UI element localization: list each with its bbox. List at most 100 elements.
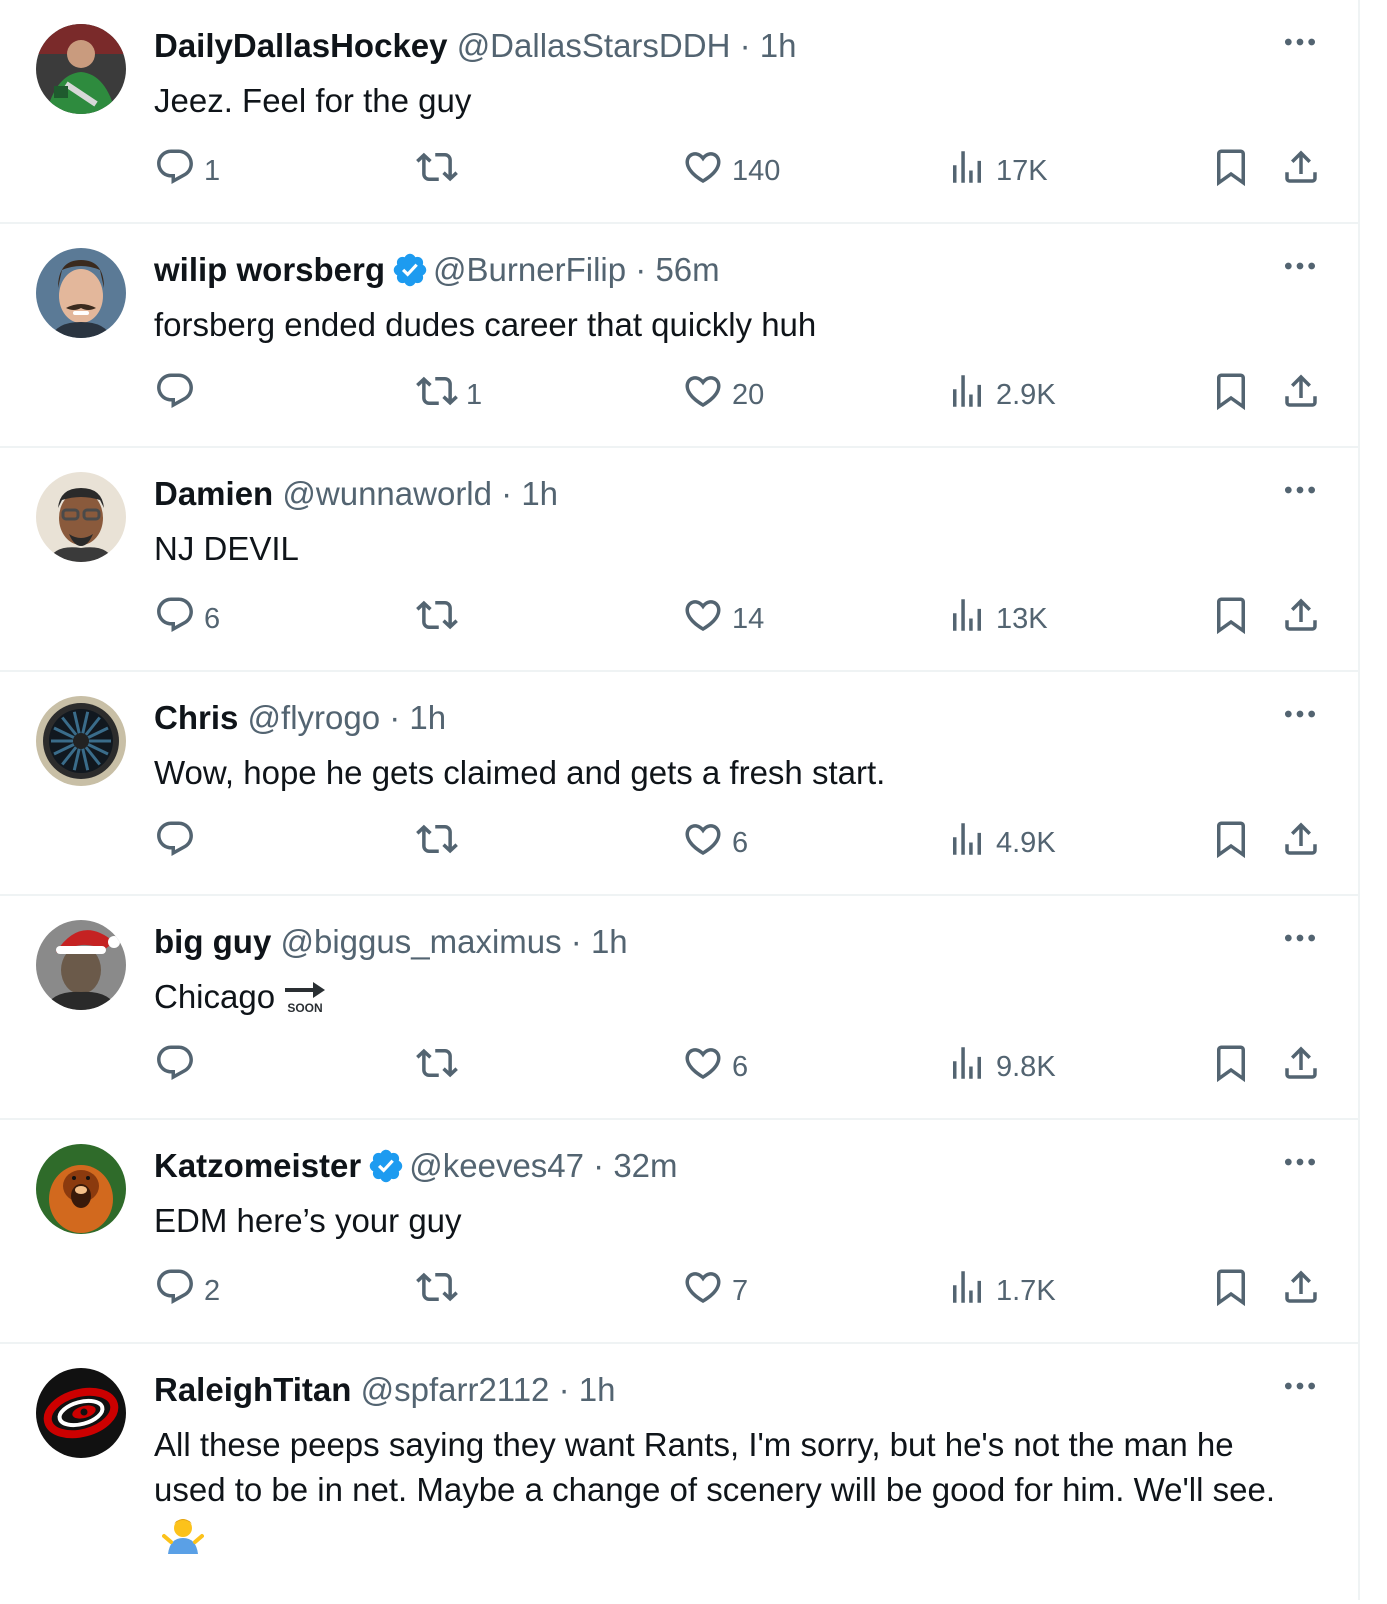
display-name[interactable]: RaleighTitan <box>154 1371 351 1408</box>
views-button[interactable]: 1.7K <box>946 1266 1056 1316</box>
reply-button[interactable]: 1 <box>154 146 220 196</box>
reply-feed: DailyDallasHockey @DallasStarsDDH · 1h J… <box>0 0 1360 1604</box>
retweet-button[interactable] <box>416 146 466 196</box>
retweet-button[interactable] <box>416 1266 466 1316</box>
reply-button[interactable]: 6 <box>154 594 220 644</box>
like-button[interactable]: 140 <box>682 146 780 196</box>
timestamp[interactable]: 32m <box>613 1147 677 1184</box>
tweet[interactable]: RaleighTitan @spfarr2112 · 1h All these … <box>0 1344 1360 1604</box>
display-name[interactable]: DailyDallasHockey <box>154 27 448 64</box>
more-icon[interactable] <box>1280 1142 1320 1182</box>
more-icon[interactable] <box>1280 694 1320 734</box>
share-button[interactable] <box>1280 1266 1322 1316</box>
more-icon[interactable] <box>1280 246 1320 286</box>
bookmark-button[interactable] <box>1210 370 1252 420</box>
bookmark-button[interactable] <box>1210 1042 1252 1092</box>
avatar[interactable] <box>36 1368 126 1458</box>
display-name[interactable]: Chris <box>154 699 238 736</box>
handle[interactable]: @keeves47 <box>409 1147 584 1184</box>
more-icon[interactable] <box>1280 1366 1320 1406</box>
reply-icon <box>154 1266 196 1316</box>
timestamp[interactable]: 1h <box>591 923 628 960</box>
like-button[interactable]: 6 <box>682 818 748 868</box>
avatar[interactable] <box>36 920 126 1010</box>
action-bar: 6 4.9K <box>154 818 1324 868</box>
separator-dot: · <box>492 475 522 512</box>
bookmark-button[interactable] <box>1210 1266 1252 1316</box>
views-button[interactable]: 13K <box>946 594 1048 644</box>
display-name[interactable]: wilip worsberg <box>154 251 385 288</box>
avatar[interactable] <box>36 24 126 114</box>
display-name[interactable]: Damien <box>154 475 273 512</box>
more-icon[interactable] <box>1280 470 1320 510</box>
reply-button[interactable]: 2 <box>154 1266 220 1316</box>
bookmark-button[interactable] <box>1210 594 1252 644</box>
like-button[interactable]: 7 <box>682 1266 748 1316</box>
tweet[interactable]: Chris @flyrogo · 1h Wow, hope he gets cl… <box>0 672 1360 896</box>
separator-dot: · <box>549 1371 579 1408</box>
display-name[interactable]: big guy <box>154 923 271 960</box>
views-button[interactable]: 4.9K <box>946 818 1056 868</box>
tweet[interactable]: big guy @biggus_maximus · 1h Chicago SOON… <box>0 896 1360 1120</box>
tweet-text-container: Jeez. Feel for the guy <box>154 78 1300 123</box>
handle[interactable]: @DallasStarsDDH <box>457 27 731 64</box>
timestamp[interactable]: 56m <box>655 251 719 288</box>
reply-button[interactable] <box>154 818 204 868</box>
share-button[interactable] <box>1280 818 1322 868</box>
more-icon[interactable] <box>1280 22 1320 62</box>
retweet-icon <box>416 1042 458 1092</box>
share-button[interactable] <box>1280 594 1322 644</box>
more-icon[interactable] <box>1280 918 1320 958</box>
avatar[interactable] <box>36 472 126 562</box>
tweet-header: Damien @wunnaworld · 1h <box>154 474 1300 514</box>
views-button[interactable]: 9.8K <box>946 1042 1056 1092</box>
avatar[interactable] <box>36 248 126 338</box>
like-count: 7 <box>732 1274 749 1307</box>
reply-button[interactable] <box>154 1042 204 1092</box>
retweet-button[interactable]: 1 <box>416 370 482 420</box>
like-button[interactable]: 20 <box>682 370 764 420</box>
share-button[interactable] <box>1280 146 1322 196</box>
timestamp[interactable]: 1h <box>760 27 797 64</box>
verified-badge-icon[interactable] <box>391 251 429 289</box>
like-button[interactable]: 14 <box>682 594 764 644</box>
tweet-header: DailyDallasHockey @DallasStarsDDH · 1h <box>154 26 1300 66</box>
avatar[interactable] <box>36 696 126 786</box>
views-count: 2.9K <box>996 378 1056 411</box>
handle[interactable]: @BurnerFilip <box>433 251 626 288</box>
handle[interactable]: @wunnaworld <box>282 475 492 512</box>
tweet[interactable]: Damien @wunnaworld · 1h NJ DEVIL 6 14 13… <box>0 448 1360 672</box>
avatar[interactable] <box>36 1144 126 1234</box>
tweet-text-container: Chicago SOON <box>154 974 1300 1025</box>
bookmark-button[interactable] <box>1210 146 1252 196</box>
separator-dot: · <box>584 1147 614 1184</box>
like-button[interactable]: 6 <box>682 1042 748 1092</box>
views-count: 9.8K <box>996 1050 1056 1083</box>
handle[interactable]: @spfarr2112 <box>361 1371 550 1408</box>
share-button[interactable] <box>1280 1042 1322 1092</box>
retweet-button[interactable] <box>416 818 466 868</box>
views-button[interactable]: 17K <box>946 146 1048 196</box>
timestamp[interactable]: 1h <box>521 475 558 512</box>
views-icon <box>946 1042 988 1092</box>
timestamp[interactable]: 1h <box>409 699 446 736</box>
views-icon <box>946 594 988 644</box>
tweet[interactable]: wilip worsberg @BurnerFilip · 56m forsber… <box>0 224 1360 448</box>
tweet-text-container: forsberg ended dudes career that quickly… <box>154 302 1300 347</box>
reply-icon <box>154 1042 196 1092</box>
action-bar: 6 9.8K <box>154 1042 1324 1092</box>
display-name[interactable]: Katzomeister <box>154 1147 361 1184</box>
handle[interactable]: @biggus_maximus <box>281 923 562 960</box>
timestamp[interactable]: 1h <box>579 1371 616 1408</box>
verified-badge-icon[interactable] <box>367 1147 405 1185</box>
tweet[interactable]: DailyDallasHockey @DallasStarsDDH · 1h J… <box>0 0 1360 224</box>
share-button[interactable] <box>1280 370 1322 420</box>
reply-icon <box>154 818 196 868</box>
views-button[interactable]: 2.9K <box>946 370 1056 420</box>
handle[interactable]: @flyrogo <box>248 699 381 736</box>
retweet-button[interactable] <box>416 594 466 644</box>
tweet[interactable]: Katzomeister @keeves47 · 32m EDM here’s y… <box>0 1120 1360 1344</box>
reply-button[interactable] <box>154 370 204 420</box>
retweet-button[interactable] <box>416 1042 466 1092</box>
bookmark-button[interactable] <box>1210 818 1252 868</box>
